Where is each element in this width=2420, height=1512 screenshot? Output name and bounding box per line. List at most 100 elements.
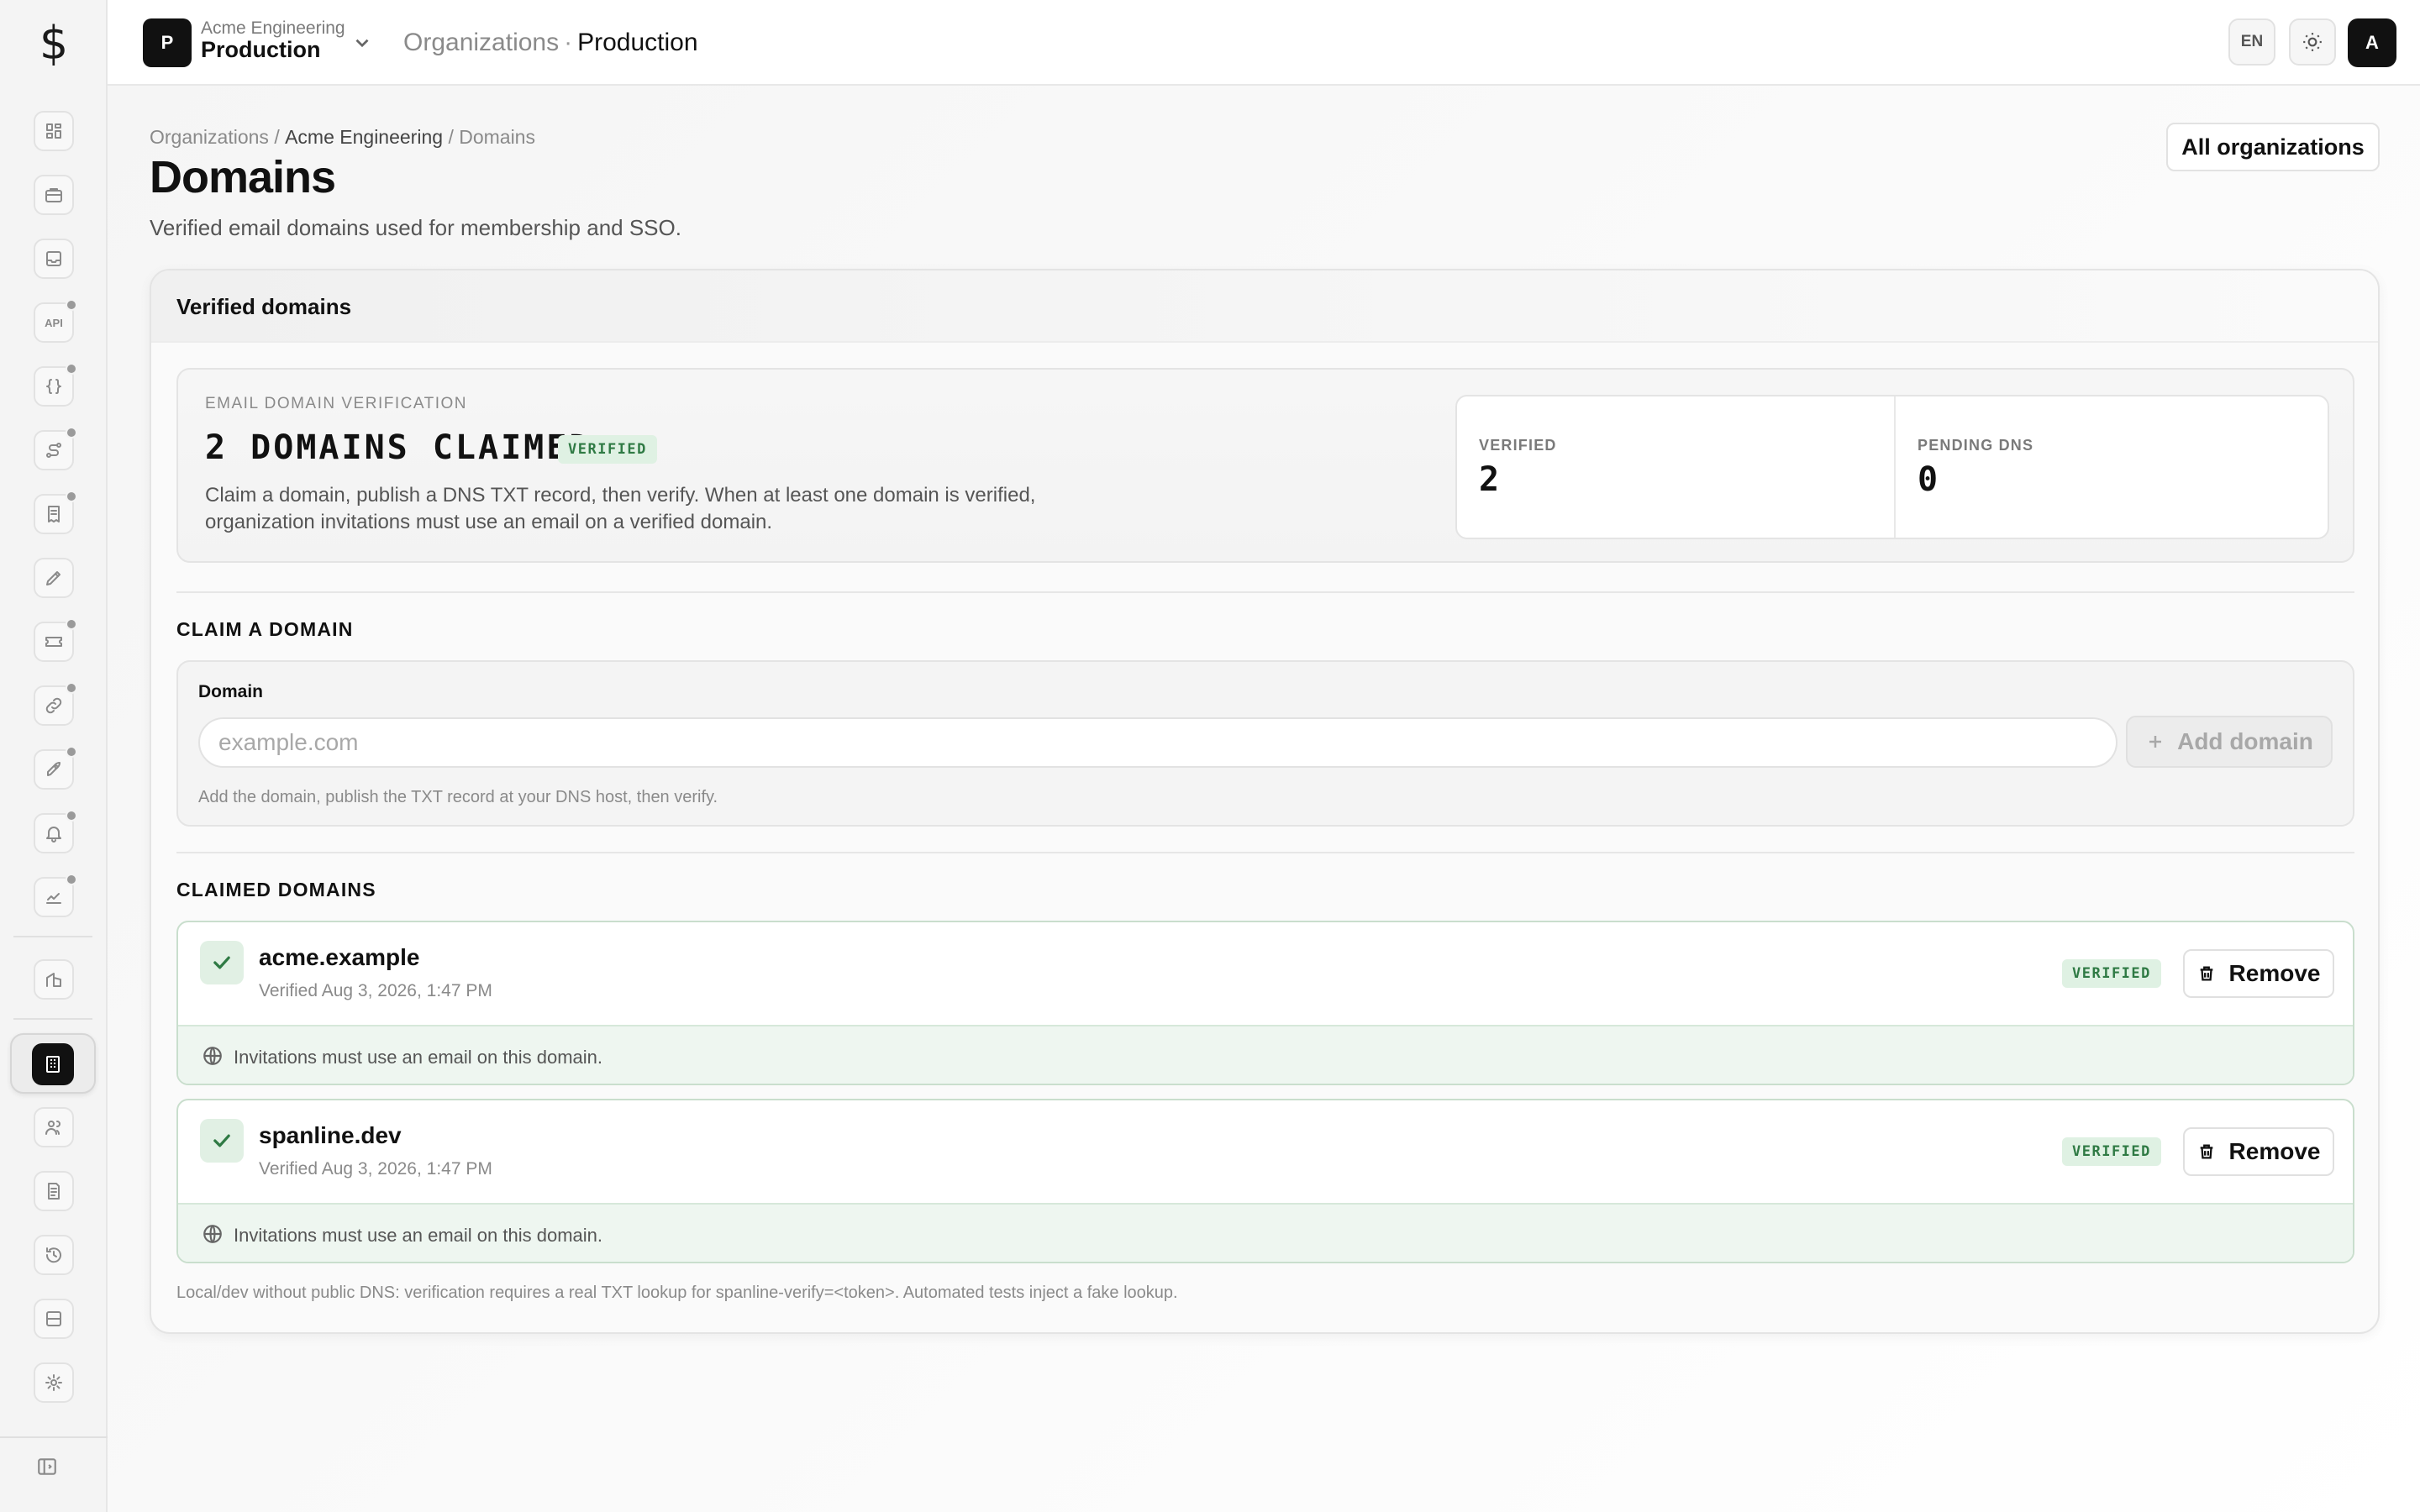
header-crumb-parent[interactable]: Organizations bbox=[403, 29, 559, 56]
notification-dot bbox=[66, 682, 77, 694]
storage-icon[interactable] bbox=[34, 1299, 74, 1339]
domain-row-footer: Invitations must use an email on this do… bbox=[178, 1025, 2353, 1084]
add-domain-button[interactable]: Add domain bbox=[2126, 716, 2333, 768]
sidebar-divider bbox=[13, 1018, 92, 1020]
trash-icon bbox=[2200, 966, 2212, 981]
plus-icon bbox=[2149, 736, 2162, 748]
all-organizations-button[interactable]: All organizations bbox=[2166, 123, 2380, 171]
stats-panel: VERIFIED 2 PENDING DNS 0 bbox=[1455, 395, 2329, 539]
domain-row: spanline.dev Verified Aug 3, 2026, 1:47 … bbox=[176, 1099, 2354, 1263]
sidebar-footer-divider bbox=[0, 1436, 108, 1438]
remove-label: Remove bbox=[2228, 1138, 2321, 1164]
org-switcher-subtitle[interactable]: Acme Engineering bbox=[201, 18, 345, 39]
chevron-down-icon[interactable] bbox=[351, 32, 373, 54]
card-header: Verified domains bbox=[151, 270, 2378, 343]
check-icon bbox=[200, 941, 244, 984]
verification-summary: EMAIL DOMAIN VERIFICATION 2 DOMAINS CLAI… bbox=[176, 368, 2354, 563]
breadcrumb: Organizations / Acme Engineering / Domai… bbox=[150, 126, 535, 149]
rocket-icon[interactable] bbox=[34, 746, 77, 790]
domain-name: acme.example bbox=[259, 944, 420, 970]
domain-row-footer-text: Invitations must use an email on this do… bbox=[234, 1047, 603, 1068]
breadcrumb-separator: / bbox=[274, 126, 280, 148]
claim-domain-form: Domain Add domain Add the domain, publis… bbox=[176, 660, 2354, 827]
remove-label: Remove bbox=[2228, 960, 2321, 986]
add-domain-label: Add domain bbox=[2177, 728, 2313, 754]
gear-icon[interactable] bbox=[34, 1362, 74, 1403]
dev-note: Local/dev without public DNS: verificati… bbox=[176, 1284, 1178, 1302]
domain-field-label: Domain bbox=[198, 682, 264, 701]
breadcrumb-root[interactable]: Organizations bbox=[150, 126, 269, 148]
stat-value: 2 bbox=[1479, 460, 1500, 499]
ticket-icon[interactable] bbox=[34, 618, 77, 662]
header-crumb-current: Production bbox=[577, 29, 698, 56]
building-icon[interactable] bbox=[34, 959, 74, 1000]
notification-dot bbox=[66, 874, 77, 885]
status-badge: VERIFIED bbox=[2062, 959, 2161, 988]
code-braces-icon[interactable] bbox=[34, 363, 77, 407]
stat-label: PENDING DNS bbox=[1918, 437, 2034, 454]
link-icon[interactable] bbox=[34, 682, 77, 726]
inbox-icon[interactable] bbox=[34, 239, 74, 279]
status-badge: VERIFIED bbox=[558, 435, 657, 464]
domain-row-footer: Invitations must use an email on this do… bbox=[178, 1203, 2353, 1262]
notification-dot bbox=[66, 363, 77, 375]
user-avatar[interactable]: A bbox=[2348, 18, 2396, 67]
dashboard-icon[interactable] bbox=[34, 111, 74, 151]
breadcrumb-current: Domains bbox=[459, 126, 535, 148]
sidebar: $ API bbox=[0, 0, 108, 1512]
notification-dot bbox=[66, 618, 77, 630]
summary-count: 2 DOMAINS CLAIMED bbox=[205, 428, 592, 467]
app-logo[interactable]: $ bbox=[0, 0, 108, 86]
section-divider bbox=[176, 852, 2354, 853]
document-icon[interactable] bbox=[34, 1171, 74, 1211]
chart-icon[interactable] bbox=[34, 874, 77, 917]
notification-dot bbox=[66, 810, 77, 822]
org-switcher-name[interactable]: Production bbox=[201, 37, 321, 63]
trash-icon bbox=[2200, 1144, 2212, 1159]
theme-toggle-button[interactable] bbox=[2289, 18, 2336, 66]
notification-dot bbox=[66, 746, 77, 758]
domain-name: spanline.dev bbox=[259, 1122, 402, 1148]
status-badge: VERIFIED bbox=[2062, 1137, 2161, 1166]
receipt-icon[interactable] bbox=[34, 491, 77, 534]
workflow-icon[interactable] bbox=[34, 427, 77, 470]
domain-row-footer-text: Invitations must use an email on this do… bbox=[234, 1225, 603, 1246]
breadcrumb-org[interactable]: Acme Engineering bbox=[285, 126, 443, 148]
stat-label: VERIFIED bbox=[1479, 437, 1557, 454]
claim-help-text: Add the domain, publish the TXT record a… bbox=[198, 788, 718, 806]
main-content: Organizations / Acme Engineering / Domai… bbox=[108, 86, 2420, 1512]
verified-domains-card: Verified domains EMAIL DOMAIN VERIFICATI… bbox=[150, 269, 2380, 1334]
org-avatar[interactable]: P bbox=[143, 18, 192, 67]
domain-row: acme.example Verified Aug 3, 2026, 1:47 … bbox=[176, 921, 2354, 1085]
notification-dot bbox=[66, 427, 77, 438]
summary-label: EMAIL DOMAIN VERIFICATION bbox=[205, 395, 467, 412]
domain-verified-at: Verified Aug 3, 2026, 1:47 PM bbox=[259, 1159, 492, 1179]
organization-icon[interactable] bbox=[32, 1043, 74, 1085]
api-icon[interactable]: API bbox=[34, 299, 77, 343]
users-icon[interactable] bbox=[34, 1107, 74, 1147]
history-icon[interactable] bbox=[34, 1235, 74, 1275]
claim-section-title: CLAIM A DOMAIN bbox=[176, 618, 354, 640]
domain-verified-at: Verified Aug 3, 2026, 1:47 PM bbox=[259, 981, 492, 1000]
header-breadcrumb: Organizations · Production bbox=[403, 29, 698, 57]
globe-icon bbox=[203, 1047, 222, 1065]
api-label: API bbox=[45, 316, 63, 329]
bell-icon[interactable] bbox=[34, 810, 77, 853]
sidebar-collapse-icon[interactable] bbox=[34, 1453, 60, 1480]
domain-input[interactable] bbox=[198, 717, 2118, 768]
stat-value: 0 bbox=[1918, 460, 1939, 499]
stat-verified: VERIFIED 2 bbox=[1457, 396, 1894, 538]
page-subtitle: Verified email domains used for membersh… bbox=[150, 215, 681, 240]
sidebar-divider bbox=[13, 936, 92, 937]
top-header: P Acme Engineering Production Organizati… bbox=[108, 0, 2420, 86]
language-button[interactable]: EN bbox=[2228, 18, 2275, 66]
briefcase-icon[interactable] bbox=[34, 175, 74, 215]
pen-tool-icon[interactable] bbox=[34, 558, 74, 598]
summary-description: Claim a domain, publish a DNS TXT record… bbox=[205, 484, 1036, 533]
stat-pending-dns: PENDING DNS 0 bbox=[1894, 396, 2331, 538]
globe-icon bbox=[203, 1225, 222, 1243]
card-title: Verified domains bbox=[176, 294, 352, 319]
remove-domain-button[interactable]: Remove bbox=[2183, 1127, 2334, 1176]
section-divider bbox=[176, 591, 2354, 593]
remove-domain-button[interactable]: Remove bbox=[2183, 949, 2334, 998]
